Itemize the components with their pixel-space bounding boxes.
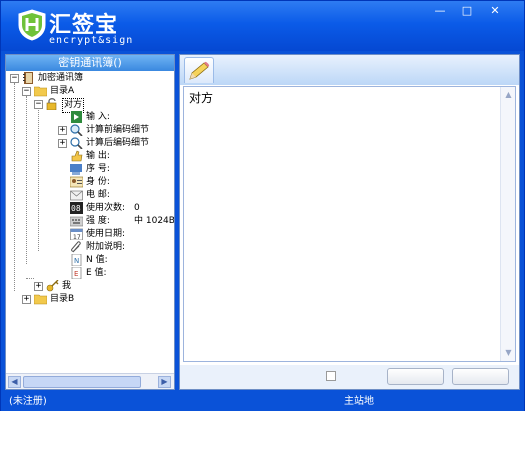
svg-text:E: E <box>74 270 78 278</box>
folder-icon <box>34 294 47 305</box>
thumbs-up-icon <box>71 150 83 162</box>
magnifier-icon <box>70 124 83 136</box>
tree-dir-a-label: 目录A <box>50 86 75 96</box>
action-button-2[interactable] <box>452 368 509 385</box>
detail-header <box>180 55 519 85</box>
tree-node-root[interactable]: − 加密通讯簿 <box>6 72 174 85</box>
field-output-label: 输 出: <box>86 151 110 161</box>
id-card-icon <box>70 176 83 188</box>
paperclip-icon <box>71 241 81 253</box>
tree-node-dir-b[interactable]: + 目录B <box>6 293 174 306</box>
document-n-icon: N <box>71 254 82 266</box>
close-button[interactable]: ✕ <box>483 3 507 19</box>
content-textarea[interactable]: 对方 ▲ ▼ <box>183 86 516 362</box>
input-icon <box>71 111 82 123</box>
tree-field-output[interactable]: 输 出: <box>6 150 174 163</box>
address-book-header: 密钥通讯簿() <box>6 55 174 71</box>
field-n-value-label: N 值: <box>86 255 108 265</box>
tree-node-dir-a[interactable]: − 目录A <box>6 85 174 98</box>
expand-toggle[interactable]: + <box>58 126 67 135</box>
scroll-right-arrow-icon[interactable]: ▶ <box>158 376 171 388</box>
field-post-encode-label: 计算后编码细节 <box>86 138 150 148</box>
pencil-icon <box>189 61 210 80</box>
tree-field-post-encode[interactable]: + 计算后编码细节 <box>6 137 174 150</box>
field-pre-encode-label: 计算前编码细节 <box>86 125 150 135</box>
tree-horizontal-scrollbar[interactable]: ◀ ▶ <box>6 373 174 389</box>
option-checkbox[interactable] <box>326 371 336 381</box>
collapse-toggle[interactable]: − <box>10 74 19 83</box>
tree-field-input[interactable]: 输 入: <box>6 111 174 124</box>
keyboard-icon <box>70 216 83 227</box>
content-text: 对方 <box>189 91 214 105</box>
tree-field-pre-encode[interactable]: + 计算前编码细节 <box>6 124 174 137</box>
tree-field-identity[interactable]: 身 份: <box>6 176 174 189</box>
tree-field-serial[interactable]: 序 号: <box>6 163 174 176</box>
document-e-icon: E <box>71 267 82 279</box>
tree-node-contact[interactable]: − 对方 <box>6 98 174 113</box>
folder-icon <box>34 86 47 97</box>
field-email-label: 电 邮: <box>86 190 110 200</box>
field-use-count-value: 0 <box>134 203 140 213</box>
scroll-thumb[interactable] <box>23 376 141 388</box>
field-note-label: 附加说明: <box>86 242 126 252</box>
app-window: 汇签宝 encrypt&sign — □ ✕ 密钥通讯簿() − 加密通讯簿 −… <box>0 0 525 425</box>
magnifier-icon <box>70 137 83 149</box>
key-icon <box>46 280 59 292</box>
maximize-button[interactable]: □ <box>455 3 479 19</box>
tree-me-label: 我 <box>62 281 72 291</box>
scroll-up-arrow-icon[interactable]: ▲ <box>502 88 515 101</box>
status-bar: (未注册) 主站地址:HTTP://WWW.IHONGWENG.COM.CN <box>1 393 524 425</box>
shield-logo-icon <box>18 9 46 41</box>
field-use-count-label: 使用次数: <box>86 203 126 213</box>
field-strength-label: 强 度: <box>86 216 110 226</box>
site-address: 主站地址:HTTP://WWW.IHONGWENG.COM.CN <box>344 393 524 429</box>
field-input-label: 输 入: <box>86 112 110 122</box>
registration-status: (未注册) <box>9 396 47 407</box>
field-e-value-label: E 值: <box>86 268 107 278</box>
minimize-button[interactable]: — <box>428 3 452 19</box>
app-subtitle: encrypt&sign <box>49 35 134 46</box>
detail-bottom-bar <box>180 365 519 389</box>
expand-toggle[interactable]: + <box>22 295 31 304</box>
tree-field-email[interactable]: 电 邮: <box>6 189 174 202</box>
svg-text:08: 08 <box>71 204 81 213</box>
address-book-icon <box>23 72 33 84</box>
scroll-left-arrow-icon[interactable]: ◀ <box>8 376 21 388</box>
field-use-date-label: 使用日期: <box>86 229 126 239</box>
envelope-icon <box>70 190 83 201</box>
collapse-toggle[interactable]: − <box>22 87 31 96</box>
serial-icon <box>70 164 82 175</box>
title-bar: 汇签宝 encrypt&sign — □ ✕ <box>1 1 524 51</box>
action-button-1[interactable] <box>387 368 444 385</box>
tree-field-e-value[interactable]: E E 值: <box>6 267 174 280</box>
field-strength-value: 中 1024Bi <box>134 216 174 226</box>
field-identity-label: 身 份: <box>86 177 110 187</box>
address-book-panel: 密钥通讯簿() − 加密通讯簿 − 目录A − 对方 输 入: + 计算前编码细… <box>5 54 175 390</box>
detail-panel: 对方 ▲ ▼ <box>179 54 520 390</box>
tree-dir-b-label: 目录B <box>50 294 75 304</box>
content-vertical-scrollbar[interactable]: ▲ ▼ <box>500 87 515 361</box>
counter-icon: 08 <box>70 202 83 214</box>
lock-icon <box>46 98 57 110</box>
calendar-icon: 17 <box>70 228 83 240</box>
collapse-toggle[interactable]: − <box>34 100 43 109</box>
svg-text:17: 17 <box>73 234 81 240</box>
site-url-link[interactable]: HTTP://WWW.IHONGWENG.COM.CN <box>357 415 503 425</box>
tree-field-note[interactable]: 附加说明: <box>6 241 174 254</box>
svg-text:N: N <box>74 257 79 265</box>
expand-toggle[interactable]: + <box>58 139 67 148</box>
edit-tab[interactable] <box>184 57 214 83</box>
tree-field-n-value[interactable]: N N 值: <box>6 254 174 267</box>
tree-field-strength[interactable]: 强 度: 中 1024Bi <box>6 215 174 228</box>
scroll-down-arrow-icon[interactable]: ▼ <box>502 346 515 359</box>
tree-node-me[interactable]: + 我 <box>6 280 174 293</box>
field-serial-label: 序 号: <box>86 164 110 174</box>
tree-field-use-count[interactable]: 08 使用次数: 0 <box>6 202 174 215</box>
tree-field-use-date[interactable]: 17 使用日期: <box>6 228 174 241</box>
expand-toggle[interactable]: + <box>34 282 43 291</box>
address-book-tree: − 加密通讯簿 − 目录A − 对方 输 入: + 计算前编码细节 + 计算后编… <box>6 72 174 372</box>
tree-root-label: 加密通讯簿 <box>38 73 84 83</box>
